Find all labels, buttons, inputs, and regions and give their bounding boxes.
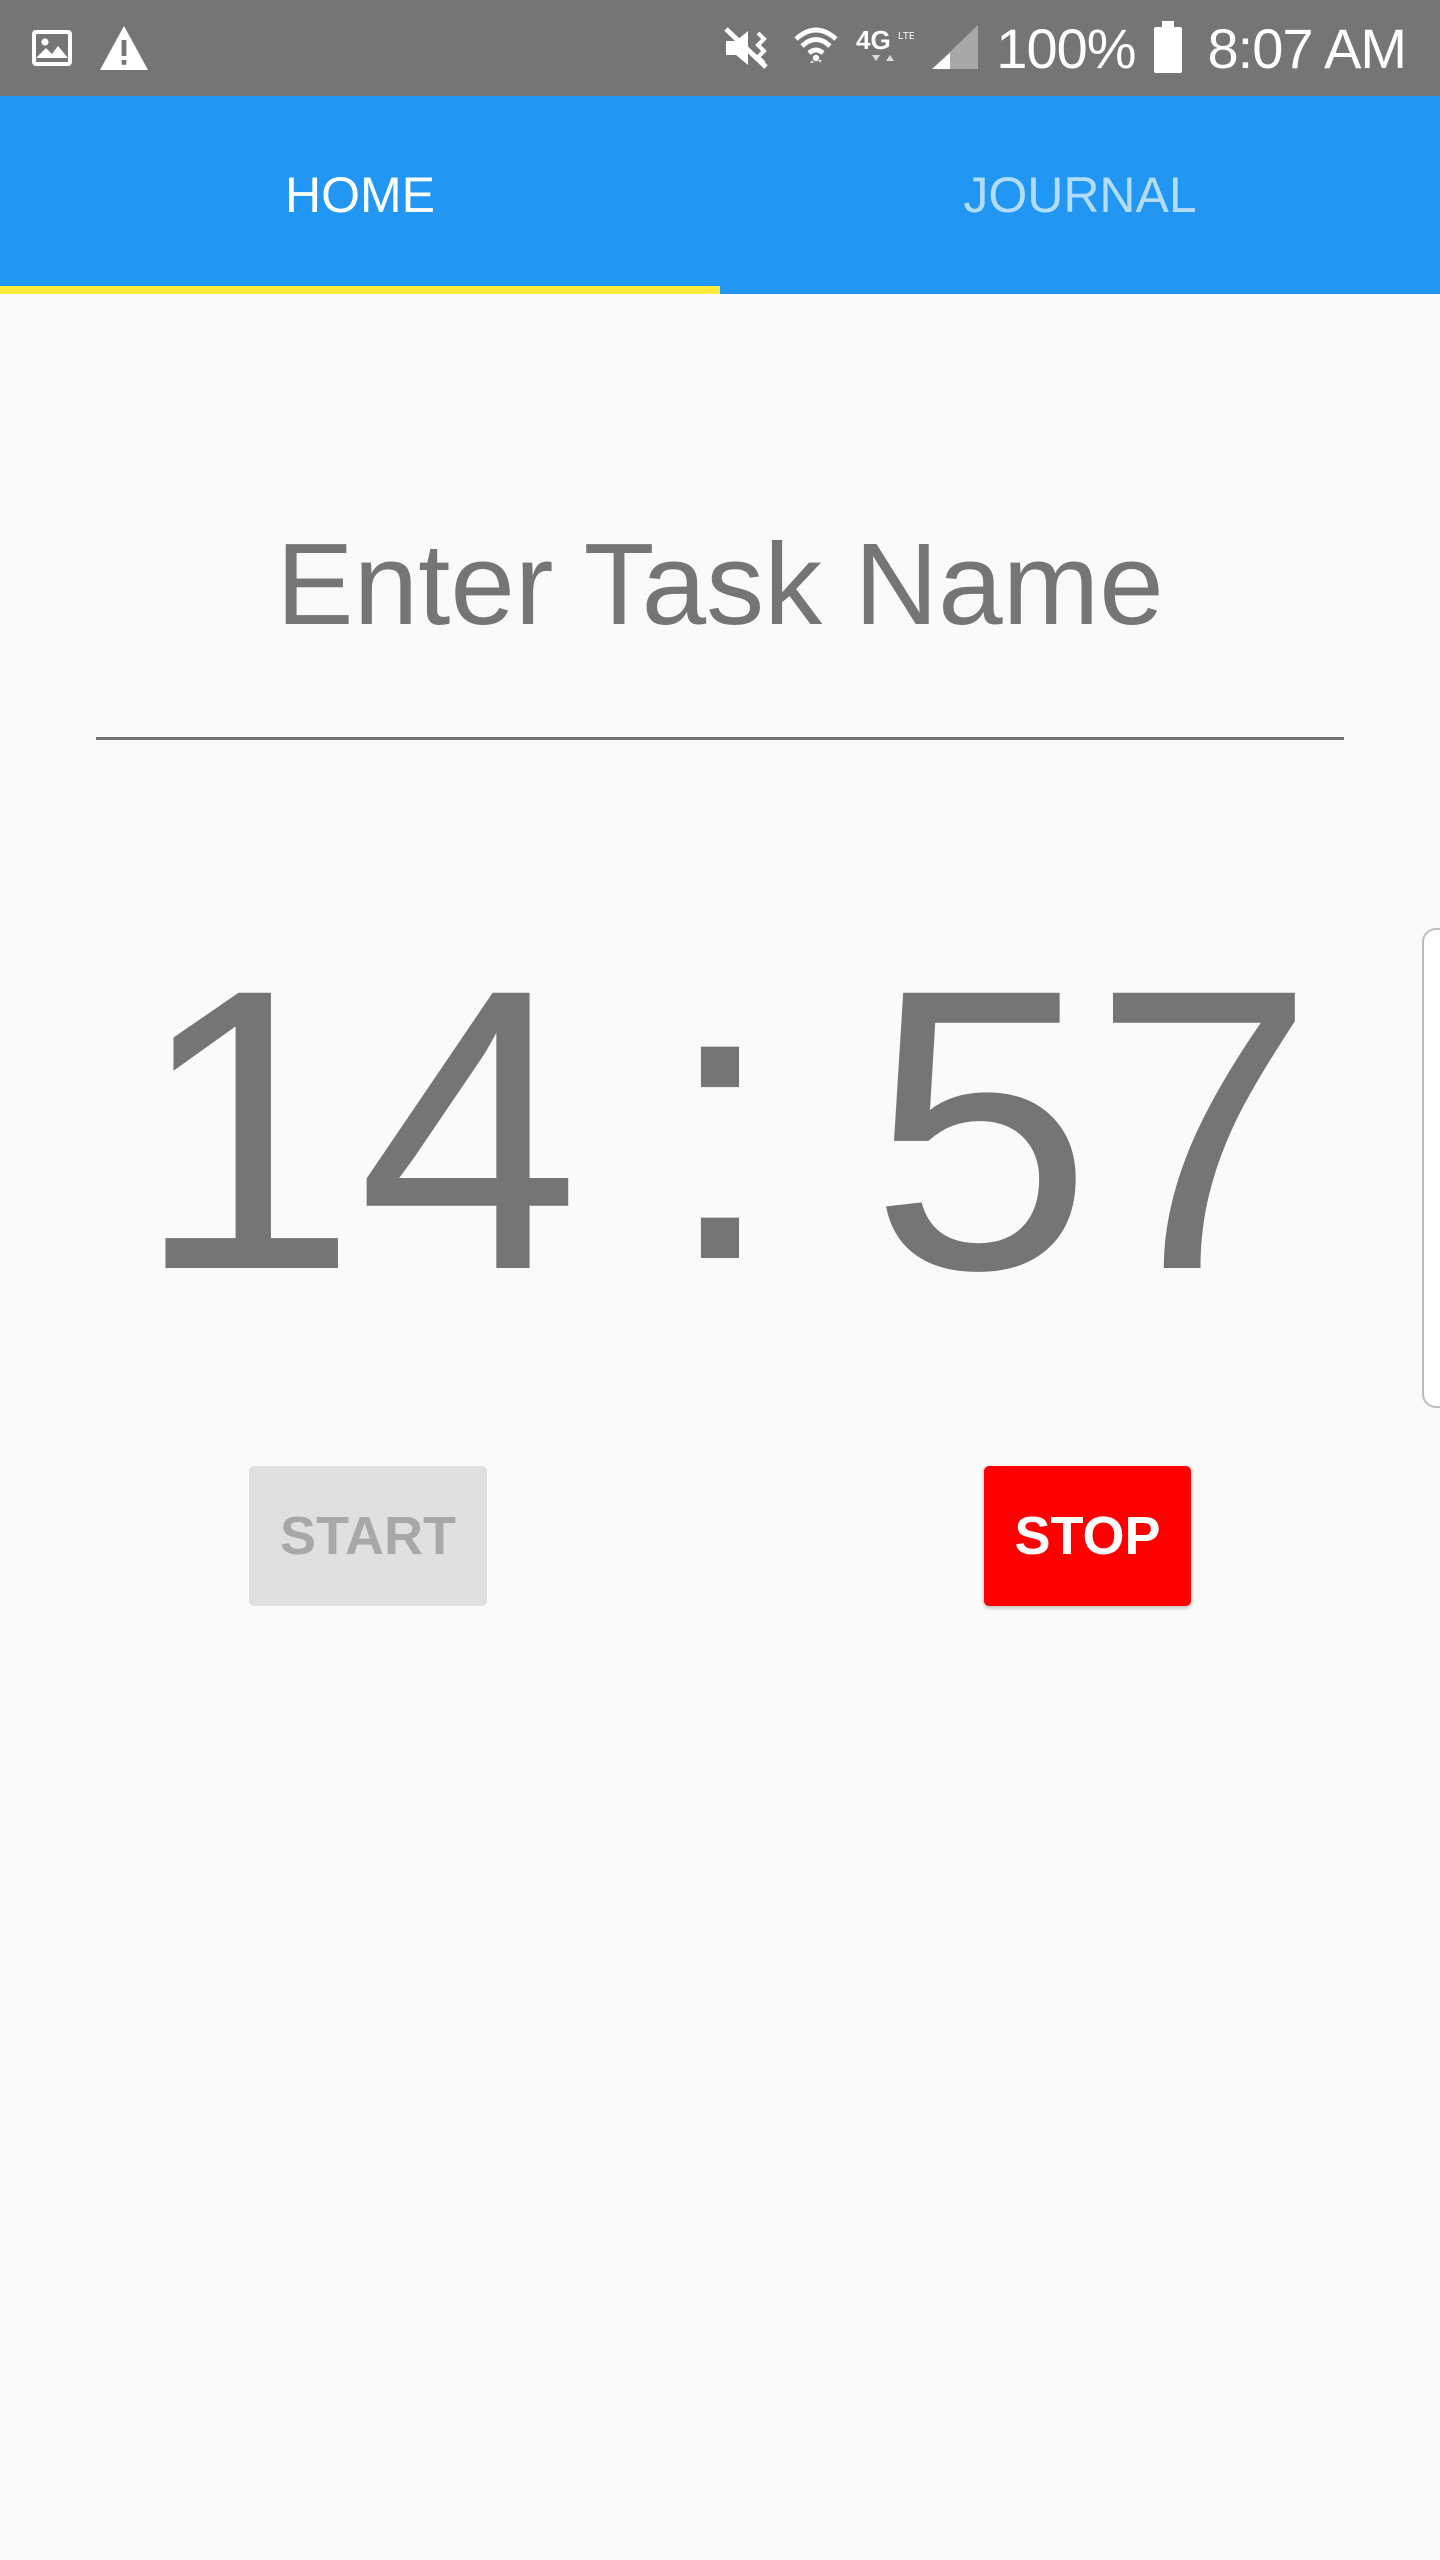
timer-minutes: 14 xyxy=(135,906,580,1353)
4g-lte-icon: 4G LTE xyxy=(856,23,914,73)
stop-button[interactable]: STOP xyxy=(984,1466,1191,1606)
timer-separator: : xyxy=(664,896,776,1343)
timer-display: 14 : 57 xyxy=(0,906,1440,1353)
wifi-icon xyxy=(792,23,840,73)
tab-bar: HOME JOURNAL xyxy=(0,96,1440,294)
vibrate-mute-icon xyxy=(722,23,776,73)
tab-home-label: HOME xyxy=(285,167,435,223)
warning-icon xyxy=(98,24,150,72)
svg-text:LTE: LTE xyxy=(898,31,914,42)
image-icon xyxy=(28,24,76,72)
status-bar-system: 4G LTE 100% 8:07 AM xyxy=(722,0,1407,96)
status-bar: 4G LTE 100% 8:07 AM xyxy=(0,0,1440,96)
battery-icon xyxy=(1152,21,1184,75)
status-time: 8:07 AM xyxy=(1207,16,1407,80)
tab-selection-indicator xyxy=(0,286,720,294)
signal-icon xyxy=(930,25,980,71)
edge-panel-handle[interactable] xyxy=(1422,928,1440,1408)
svg-text:4G: 4G xyxy=(856,25,891,55)
tab-journal-label: JOURNAL xyxy=(963,167,1197,223)
battery-percentage: 100% xyxy=(996,16,1136,80)
tab-journal[interactable]: JOURNAL xyxy=(720,96,1440,294)
timer-seconds: 57 xyxy=(870,906,1315,1353)
start-button[interactable]: START xyxy=(249,1466,487,1606)
status-bar-notifications xyxy=(28,0,150,96)
tab-home[interactable]: HOME xyxy=(0,96,720,294)
task-name-input[interactable] xyxy=(96,470,1344,740)
